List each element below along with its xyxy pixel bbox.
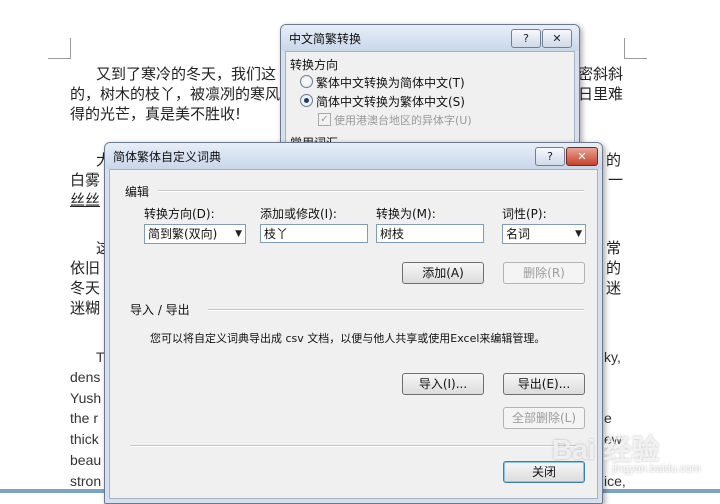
radio-s2t[interactable]: [300, 94, 313, 107]
convert-to-input[interactable]: 树枝: [376, 224, 484, 243]
doc-line: dens: [70, 369, 101, 385]
doc-line: 得的光芒，真是美不胜收!: [70, 105, 242, 123]
doc-fragment: 迷: [606, 279, 622, 297]
add-edit-label: 添加或修改(I):: [260, 207, 337, 221]
group-label-direction: 转换方向: [290, 58, 339, 72]
doc-line: 依旧: [70, 259, 101, 277]
close-icon[interactable]: ✕: [566, 147, 598, 166]
doc-fragment: 日里难: [578, 85, 624, 103]
direction-select[interactable]: 简到繁(双向) ▼: [144, 224, 246, 244]
radio-t2s[interactable]: [300, 75, 313, 88]
close-icon[interactable]: ✕: [542, 29, 572, 48]
pos-select[interactable]: 名词 ▼: [502, 224, 586, 244]
pos-select-value: 名词: [506, 227, 531, 241]
doc-line: thick: [70, 431, 99, 447]
title-bar[interactable]: 简体繁体自定义词典 ? ✕: [105, 143, 602, 169]
dialog-title: 中文简繁转换: [289, 32, 362, 46]
page-corner-mark: [48, 38, 71, 59]
custom-dictionary-dialog: 简体繁体自定义词典 ? ✕ 编辑 转换方向(D): 添加或修改(I): 转换为(…: [104, 142, 603, 504]
group-label-io: 导入 / 导出: [130, 303, 190, 317]
dialog-title: 简体繁体自定义词典: [113, 150, 222, 164]
help-button[interactable]: ?: [511, 29, 541, 48]
doc-fragment: 密斜斜: [578, 65, 624, 83]
doc-fragment: e: [604, 410, 612, 426]
page-corner-mark: [624, 38, 647, 59]
doc-line: 迷糊: [70, 299, 101, 317]
direction-select-value: 简到繁(双向): [148, 227, 218, 241]
baidu-watermark-logo: Bai 经验: [552, 434, 660, 465]
doc-line: the r: [70, 410, 99, 426]
convert-to-label: 转换为(M):: [376, 207, 436, 221]
doc-line: 的，树木的枝丫，被凛冽的寒风: [70, 85, 281, 103]
export-button[interactable]: 导出(E)...: [503, 373, 585, 395]
doc-line: beau: [70, 452, 102, 468]
doc-fragment: ky,: [604, 349, 621, 365]
doc-line: 又到了寒冷的冬天，我们这: [96, 65, 277, 83]
variant-checkbox[interactable]: ✓: [318, 113, 331, 126]
baidu-watermark-url: jingyan.baidu.com: [612, 463, 701, 475]
radio-t2s-label[interactable]: 繁体中文转换为简体中文(T): [316, 74, 465, 91]
chinese-conversion-dialog: 中文简繁转换 ? ✕ 转换方向 繁体中文转换为简体中文(T) 简体中文转换为繁体…: [280, 24, 580, 151]
doc-fragment: 的: [606, 259, 622, 277]
group-divider: [208, 309, 584, 311]
io-description: 您可以将自定义词典导出成 csv 文档，以便与他人共享或使用Excel来编辑管理…: [150, 332, 546, 345]
doc-line: 冬天: [70, 279, 101, 297]
radio-s2t-label[interactable]: 简体中文转换为繁体中文(S): [316, 93, 465, 110]
direction-label: 转换方向(D):: [144, 207, 215, 221]
doc-line: Yush: [70, 390, 102, 406]
doc-line: stron: [70, 473, 102, 489]
add-button[interactable]: 添加(A): [402, 262, 484, 284]
delete-all-button[interactable]: 全部删除(L): [503, 407, 585, 429]
chevron-down-icon: ▼: [575, 229, 582, 239]
footer-divider: [130, 445, 584, 447]
chevron-down-icon: ▼: [235, 229, 242, 239]
doc-fragment: 的: [606, 151, 622, 169]
variant-checkbox-label: 使用港澳台地区的异体字(U): [334, 114, 472, 127]
doc-fragment: 常: [606, 239, 622, 257]
add-edit-input[interactable]: 枝丫: [260, 224, 368, 243]
title-bar[interactable]: 中文简繁转换 ? ✕: [281, 25, 579, 51]
group-label-edit: 编辑: [125, 185, 150, 199]
help-button[interactable]: ?: [535, 147, 565, 166]
doc-line: 丝丝: [70, 191, 101, 209]
delete-button[interactable]: 删除(R): [503, 262, 585, 284]
import-button[interactable]: 导入(I)...: [402, 373, 484, 395]
pos-label: 词性(P):: [502, 207, 547, 221]
doc-fragment: 一: [608, 171, 624, 189]
group-divider: [158, 190, 584, 192]
doc-line: 白雾: [70, 171, 101, 189]
